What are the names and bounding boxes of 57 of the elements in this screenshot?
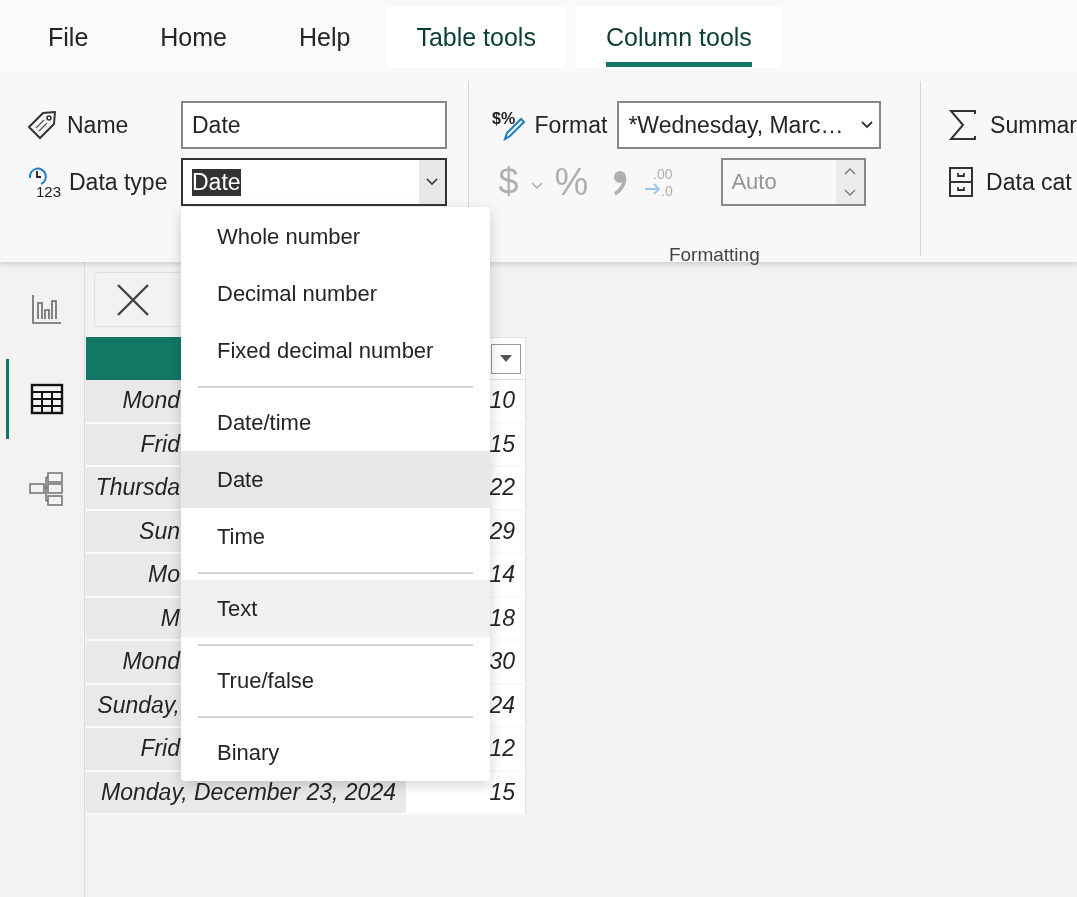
menu-item[interactable]: Time — [181, 508, 490, 565]
ribbon-tab[interactable]: Help — [263, 7, 387, 68]
table-cell: 24 — [489, 691, 515, 719]
menu-item[interactable]: Fixed decimal number — [181, 322, 490, 379]
table-cell: Frid — [140, 735, 180, 763]
table-cell: 15 — [489, 778, 515, 806]
table-cell: 30 — [489, 648, 515, 676]
table-cell: 29 — [489, 517, 515, 545]
menu-item[interactable]: Decimal number — [181, 265, 490, 322]
table-cell: M — [160, 604, 180, 632]
group-label: Formatting — [667, 244, 761, 266]
menu-item[interactable]: Date — [181, 451, 490, 508]
ribbon-tab[interactable]: File — [12, 7, 125, 68]
table-cell: 14 — [489, 561, 515, 589]
table-cell: 18 — [489, 604, 515, 632]
bar-chart-icon — [30, 293, 63, 325]
table-cell: Frid — [140, 430, 180, 458]
chevron-down-icon[interactable] — [530, 182, 543, 190]
table-icon — [29, 383, 64, 415]
cabinet-icon — [948, 166, 975, 198]
table-cell: Mond — [122, 387, 180, 415]
ribbon-tab[interactable]: Table tools — [386, 7, 566, 68]
menu-item[interactable]: Whole number — [181, 208, 490, 265]
chevron-up-icon[interactable] — [844, 167, 857, 175]
ribbon-tab[interactable]: Column tools — [575, 7, 782, 68]
chevron-down-icon[interactable] — [844, 189, 857, 197]
close-icon[interactable] — [116, 282, 150, 317]
table-cell: 10 — [489, 387, 515, 415]
caret-icon — [500, 355, 512, 362]
sigma-icon — [948, 109, 979, 141]
table-cell: Monday, December 23, 2024 — [101, 778, 396, 806]
chevron-down-icon — [426, 178, 438, 186]
ribbon-tab[interactable]: Home — [124, 7, 263, 68]
table-cell: Mond — [122, 648, 180, 676]
table-cell: Thursda — [95, 474, 180, 502]
comma-style-icon[interactable] — [612, 168, 629, 196]
table-cell: 12 — [489, 735, 515, 763]
table-cell: Sunday, — [97, 691, 180, 719]
table-cell: 22 — [489, 474, 515, 502]
data-type-select[interactable]: Date — [181, 158, 447, 206]
name-label: Name — [67, 111, 129, 139]
table-cell: 15 — [489, 430, 515, 458]
model-icon — [27, 470, 66, 508]
data-category-label: Data cat — [986, 168, 1072, 196]
tag-icon — [25, 108, 59, 142]
chevron-down-icon — [861, 121, 874, 129]
table-cell: Mo — [148, 561, 180, 589]
menu-item[interactable]: True/false — [181, 652, 490, 709]
format-label: Format — [534, 111, 608, 139]
menu-item[interactable]: Date/time — [181, 394, 490, 451]
filter-button[interactable] — [491, 343, 521, 374]
menu-item[interactable]: Binary — [181, 724, 490, 781]
table-cell: Sun — [139, 517, 180, 545]
data-type-label: Data type — [69, 168, 168, 196]
menu-item[interactable]: Text — [181, 580, 490, 637]
summarization-label: Summar — [990, 111, 1077, 139]
name-field[interactable]: Date — [181, 101, 447, 149]
